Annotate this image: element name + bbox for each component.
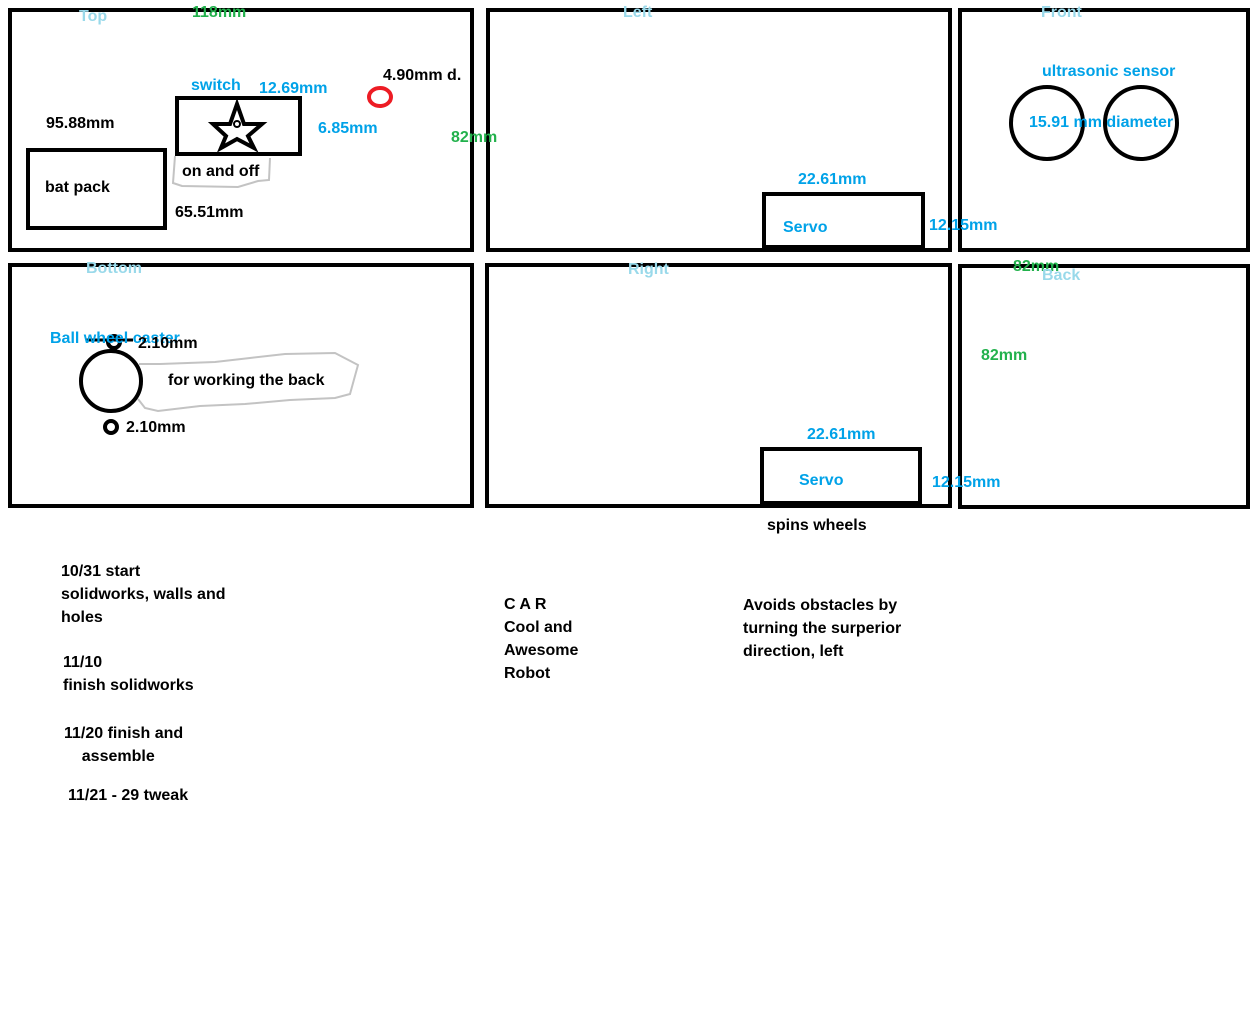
switch-center-dot	[233, 120, 241, 128]
schedule-item: 11/21 - 29 tweak	[68, 787, 189, 804]
caster-note: for working the back	[168, 372, 325, 389]
drawing-shapes	[79, 85, 1179, 435]
back-height-dimension: 82mm	[981, 347, 1028, 364]
switch-label: switch	[191, 77, 241, 94]
battery-width-dimension: 65.51mm	[175, 204, 244, 221]
left-servo-height: 12.15mm	[929, 217, 998, 234]
battery-height-dimension: 95.88mm	[46, 115, 115, 132]
schedule-item: 10/31 start solidworks, walls and holes	[61, 563, 226, 626]
sensor-diameter-label: 15.91 mm diameter	[1029, 114, 1174, 131]
battery-label: bat pack	[45, 179, 110, 196]
sensor-label: ultrasonic sensor	[1042, 63, 1176, 80]
left-view-title: Left	[623, 4, 653, 21]
ball-caster-circle	[79, 349, 143, 413]
mounting-hole-icon	[367, 86, 393, 108]
right-view-title: Right	[628, 261, 669, 278]
back-view-title: Back	[1042, 267, 1081, 284]
bottom-view-title: Bottom	[86, 260, 142, 277]
right-servo-label: Servo	[799, 472, 844, 489]
behavior-note: Avoids obstacles by turning the surperio…	[743, 597, 902, 660]
right-servo-height: 12.15mm	[932, 474, 1001, 491]
switch-width-dimension: 12.69mm	[259, 80, 328, 97]
top-view-title: Top	[79, 8, 108, 25]
servo-note: spins wheels	[767, 517, 867, 534]
schedule-item: 11/10 finish solidworks	[63, 654, 194, 694]
right-servo-width: 22.61mm	[807, 426, 876, 443]
left-servo-width: 22.61mm	[798, 171, 867, 188]
hole-diameter-label: 4.90mm d.	[383, 67, 462, 84]
switch-note: on and off	[182, 163, 260, 180]
top-height-dimension: 82mm	[451, 129, 498, 146]
caster-top-hole-label: 2.10mm	[138, 335, 198, 352]
switch-height-dimension: 6.85mm	[318, 120, 378, 137]
left-servo-label: Servo	[783, 219, 828, 236]
front-view-title: Front	[1041, 4, 1082, 21]
top-width-dimension: 118mm	[192, 4, 247, 21]
caster-bottom-hole-label: 2.10mm	[126, 419, 186, 436]
schedule-item: 11/20 finish and assemble	[64, 725, 184, 765]
caster-bottom-hole	[103, 419, 119, 435]
acronym-note: C A R Cool and Awesome Robot	[504, 596, 579, 682]
